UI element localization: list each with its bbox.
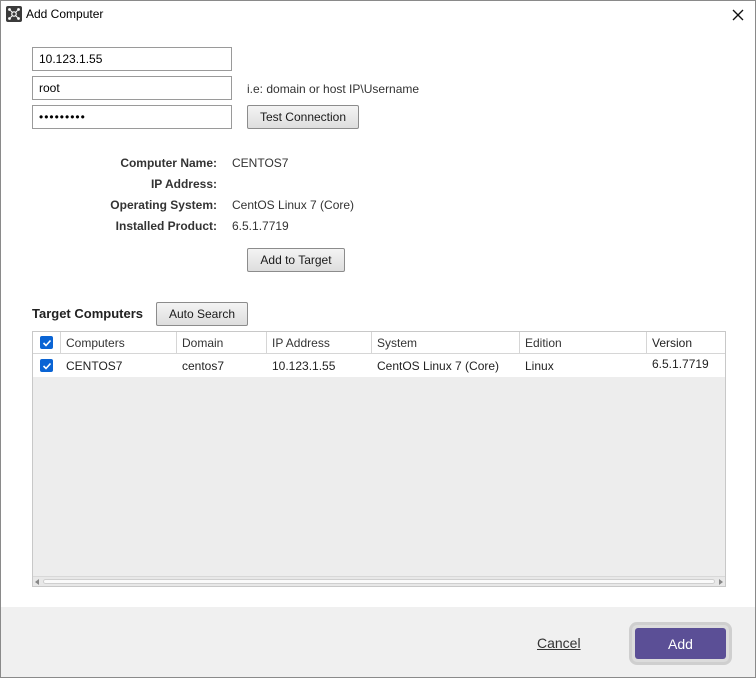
window-title: Add Computer <box>26 7 104 21</box>
computer-name-label: Computer Name: <box>120 156 217 170</box>
host-input[interactable] <box>32 47 232 71</box>
column-header-domain[interactable]: Domain <box>177 332 267 353</box>
close-icon <box>732 9 744 20</box>
select-all-checkbox[interactable] <box>33 332 61 353</box>
scroll-right-arrow-icon[interactable] <box>719 579 723 585</box>
installed-product-label: Installed Product: <box>115 219 217 233</box>
column-header-system[interactable]: System <box>372 332 520 353</box>
column-header-version[interactable]: Version <box>647 332 725 353</box>
installed-product-value: 6.5.1.7719 <box>232 219 289 233</box>
cell-edition: Linux <box>525 358 554 373</box>
close-button[interactable] <box>721 1 755 28</box>
row-checkbox[interactable] <box>33 354 61 377</box>
username-hint: i.e: domain or host IP\Username <box>247 82 420 96</box>
cell-system: CentOS Linux 7 (Core) <box>377 358 500 373</box>
add-to-target-button[interactable]: Add to Target <box>247 248 345 272</box>
checkbox-checked-icon <box>40 336 53 349</box>
dialog-footer: Cancel Add <box>1 607 755 677</box>
test-connection-button[interactable]: Test Connection <box>247 105 359 129</box>
operating-system-value: CentOS Linux 7 (Core) <box>232 198 355 212</box>
add-button[interactable]: Add <box>635 628 726 659</box>
scrollbar-thumb[interactable] <box>43 579 715 584</box>
horizontal-scrollbar[interactable] <box>33 576 725 586</box>
ip-address-label: IP Address: <box>150 177 217 191</box>
app-icon <box>6 6 22 22</box>
checkbox-checked-icon <box>40 359 53 372</box>
add-button-focus-ring: Add <box>629 622 732 665</box>
target-computers-title: Target Computers <box>32 306 143 321</box>
column-header-edition[interactable]: Edition <box>520 332 647 353</box>
column-header-computers[interactable]: Computers <box>61 332 177 353</box>
cell-domain: centos7 <box>182 358 225 373</box>
cell-version: 6.5.1.7719 <box>652 357 709 371</box>
cancel-button[interactable]: Cancel <box>537 635 581 651</box>
add-computer-dialog: Add Computer i.e: domain or host IP\User… <box>0 0 756 678</box>
table-row[interactable]: CENTOS7 centos7 10.123.1.55 CentOS Linux… <box>33 354 725 377</box>
cell-ip-address: 10.123.1.55 <box>272 358 336 373</box>
auto-search-button[interactable]: Auto Search <box>156 302 248 326</box>
target-computers-grid: Computers Domain IP Address System Editi… <box>32 331 726 587</box>
operating-system-label: Operating System: <box>110 198 217 212</box>
computer-name-value: CENTOS7 <box>232 156 289 170</box>
cell-computer: CENTOS7 <box>66 358 123 373</box>
scroll-left-arrow-icon[interactable] <box>35 579 39 585</box>
grid-header: Computers Domain IP Address System Editi… <box>33 332 725 354</box>
title-bar: Add Computer <box>1 1 755 29</box>
username-input[interactable] <box>32 76 232 100</box>
password-input[interactable] <box>32 105 232 129</box>
column-header-ip-address[interactable]: IP Address <box>267 332 372 353</box>
